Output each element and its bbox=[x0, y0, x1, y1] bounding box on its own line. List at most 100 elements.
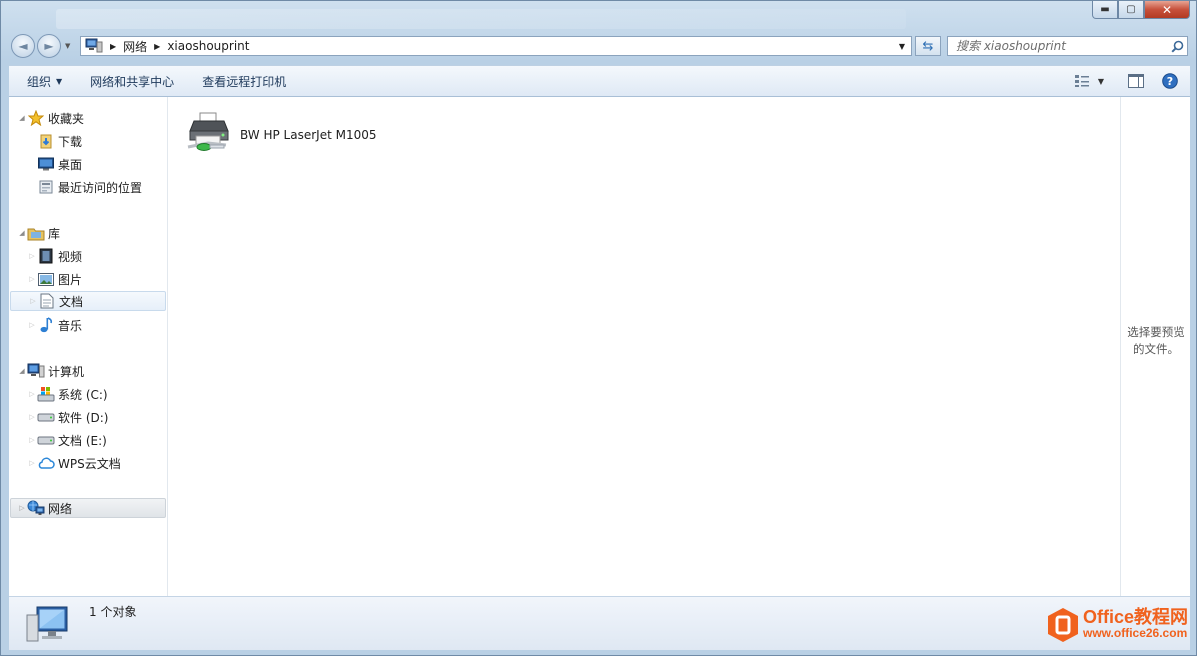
breadcrumb-xiaoshouprint[interactable]: xiaoshouprint bbox=[167, 39, 249, 53]
breadcrumb-separator-icon[interactable]: ▶ bbox=[154, 42, 160, 51]
watermark-url: www.office26.com bbox=[1082, 626, 1188, 640]
maximize-button[interactable]: ▢ bbox=[1118, 1, 1144, 19]
video-icon bbox=[37, 248, 55, 264]
sidebar-item-drive-c[interactable]: ▷ 系统 (C:) bbox=[27, 384, 108, 404]
sidebar-label: 软件 (D:) bbox=[58, 410, 109, 425]
recent-places-icon bbox=[37, 179, 55, 195]
sidebar-label: 计算机 bbox=[48, 364, 85, 379]
expand-arrow-icon[interactable]: ▷ bbox=[28, 297, 38, 305]
expand-arrow-icon[interactable]: ▷ bbox=[27, 321, 37, 329]
chevron-down-icon: ▼ bbox=[1097, 76, 1104, 86]
sidebar-label: 最近访问的位置 bbox=[58, 180, 143, 195]
details-view-icon bbox=[1074, 75, 1089, 87]
computer-icon bbox=[27, 363, 45, 379]
preview-pane-icon bbox=[1128, 74, 1144, 88]
breadcrumb-network[interactable]: 网络 bbox=[123, 38, 147, 55]
forward-button[interactable]: ► bbox=[37, 34, 61, 58]
sidebar-item-pictures[interactable]: ▷ 图片 bbox=[27, 269, 82, 289]
music-note-icon bbox=[37, 317, 55, 333]
collapse-arrow-icon[interactable]: ◢ bbox=[17, 114, 27, 122]
network-center-button[interactable]: 网络和共享中心 bbox=[76, 69, 188, 93]
sidebar-label: 音乐 bbox=[58, 318, 83, 333]
expand-arrow-icon[interactable]: ▷ bbox=[17, 504, 27, 512]
content-area: ◢ 收藏夹 下载 桌面 最近访问的位置 ◢ 库 ▷ 视频 ▷ 图片 ▷ 文档 ▷… bbox=[9, 97, 1190, 596]
address-dropdown-icon[interactable]: ▼ bbox=[893, 42, 911, 51]
breadcrumb-separator-icon[interactable]: ▶ bbox=[110, 42, 116, 51]
system-drive-icon bbox=[37, 386, 55, 402]
file-list: BW HP LaserJet M1005 bbox=[168, 97, 1119, 596]
sidebar-item-recent-places[interactable]: 最近访问的位置 bbox=[27, 177, 142, 197]
network-computer-icon bbox=[85, 38, 103, 54]
sidebar-item-downloads[interactable]: 下载 bbox=[27, 131, 82, 151]
chevron-down-icon: ▼ bbox=[56, 76, 63, 86]
help-icon: ? bbox=[1162, 73, 1178, 89]
printer-name: BW HP LaserJet M1005 bbox=[240, 127, 377, 142]
sidebar-item-computer[interactable]: ◢ 计算机 bbox=[17, 361, 84, 381]
command-bar: 组织 ▼ 网络和共享中心 查看远程打印机 ▼ ? bbox=[9, 65, 1190, 97]
sidebar-item-network[interactable]: ▷ 网络 bbox=[10, 498, 166, 518]
sidebar-item-drive-d[interactable]: ▷ 软件 (D:) bbox=[27, 407, 108, 427]
close-button[interactable]: ✕ bbox=[1144, 1, 1190, 19]
sidebar-item-drive-e[interactable]: ▷ 文档 (E:) bbox=[27, 430, 107, 450]
refresh-button[interactable]: ⇆ bbox=[915, 36, 941, 56]
expand-arrow-icon[interactable]: ▷ bbox=[27, 252, 37, 260]
window-controls: ▬ ▢ ✕ bbox=[1092, 1, 1190, 19]
sidebar-label: 桌面 bbox=[58, 157, 83, 172]
explorer-window: ▬ ▢ ✕ ◄ ► ▼ ▶ 网络 ▶ xiaoshouprint ▼ ⇆ 组织 ▼… bbox=[0, 0, 1197, 656]
desktop-icon bbox=[37, 156, 55, 172]
item-count: 1 个对象 bbox=[89, 605, 137, 619]
hard-drive-icon bbox=[37, 409, 55, 425]
search-icon[interactable] bbox=[1167, 40, 1187, 53]
organize-button[interactable]: 组织 ▼ bbox=[9, 69, 76, 93]
view-options-button[interactable]: ▼ bbox=[1074, 74, 1104, 88]
nav-buttons: ◄ ► ▼ bbox=[11, 34, 70, 58]
expand-arrow-icon[interactable]: ▷ bbox=[27, 275, 37, 283]
help-button[interactable]: ? bbox=[1162, 73, 1178, 89]
printer-item[interactable]: BW HP LaserJet M1005 bbox=[186, 111, 377, 158]
preview-pane-button[interactable] bbox=[1128, 74, 1144, 88]
sidebar-label: 库 bbox=[48, 226, 61, 241]
collapse-arrow-icon[interactable]: ◢ bbox=[17, 229, 27, 237]
network-icon bbox=[27, 500, 45, 516]
expand-arrow-icon[interactable]: ▷ bbox=[27, 390, 37, 398]
svg-text:?: ? bbox=[1167, 75, 1173, 88]
organize-label: 组织 bbox=[27, 74, 52, 89]
preview-hint: 选择要预览的文件。 bbox=[1127, 324, 1185, 356]
history-dropdown-icon[interactable]: ▼ bbox=[65, 42, 70, 50]
document-icon bbox=[38, 293, 56, 309]
sidebar-item-desktop[interactable]: 桌面 bbox=[27, 154, 82, 174]
view-controls: ▼ ? bbox=[1074, 73, 1190, 89]
download-folder-icon bbox=[37, 133, 55, 149]
back-button[interactable]: ◄ bbox=[11, 34, 35, 58]
sidebar-item-music[interactable]: ▷ 音乐 bbox=[27, 315, 82, 335]
sidebar-item-videos[interactable]: ▷ 视频 bbox=[27, 246, 82, 266]
sidebar-label: 视频 bbox=[58, 249, 83, 264]
view-remote-printers-button[interactable]: 查看远程打印机 bbox=[188, 69, 300, 93]
sidebar-label: 文档 (E:) bbox=[58, 433, 107, 448]
sidebar-item-documents[interactable]: ▷ 文档 bbox=[10, 291, 166, 311]
breadcrumb: ▶ 网络 ▶ xiaoshouprint bbox=[103, 38, 893, 55]
search-box bbox=[947, 36, 1188, 56]
sidebar-item-libraries[interactable]: ◢ 库 bbox=[17, 223, 60, 243]
expand-arrow-icon[interactable]: ▷ bbox=[27, 413, 37, 421]
refresh-icon: ⇆ bbox=[922, 38, 934, 54]
search-input[interactable] bbox=[948, 38, 1167, 54]
library-folder-icon bbox=[27, 225, 45, 241]
sidebar-item-wps-cloud[interactable]: ▷ WPS云文档 bbox=[27, 453, 121, 473]
sidebar-label: WPS云文档 bbox=[58, 456, 121, 471]
sidebar-label: 网络 bbox=[48, 501, 73, 516]
expand-arrow-icon[interactable]: ▷ bbox=[27, 436, 37, 444]
collapse-arrow-icon[interactable]: ◢ bbox=[17, 367, 27, 375]
cloud-icon bbox=[37, 455, 55, 471]
watermark-logo: Office教程网 www.office26.com bbox=[1047, 607, 1188, 643]
preview-pane: 选择要预览的文件。 bbox=[1120, 97, 1191, 596]
sidebar-label: 下载 bbox=[58, 134, 83, 149]
sidebar-item-favorites[interactable]: ◢ 收藏夹 bbox=[17, 108, 84, 128]
watermark-title: Office教程网 bbox=[1082, 607, 1188, 627]
background-window-ghost bbox=[56, 9, 906, 29]
hard-drive-icon bbox=[37, 432, 55, 448]
office-logo-icon bbox=[1047, 608, 1078, 642]
minimize-button[interactable]: ▬ bbox=[1092, 1, 1118, 19]
expand-arrow-icon[interactable]: ▷ bbox=[27, 459, 37, 467]
address-bar[interactable]: ▶ 网络 ▶ xiaoshouprint ▼ bbox=[80, 36, 912, 56]
